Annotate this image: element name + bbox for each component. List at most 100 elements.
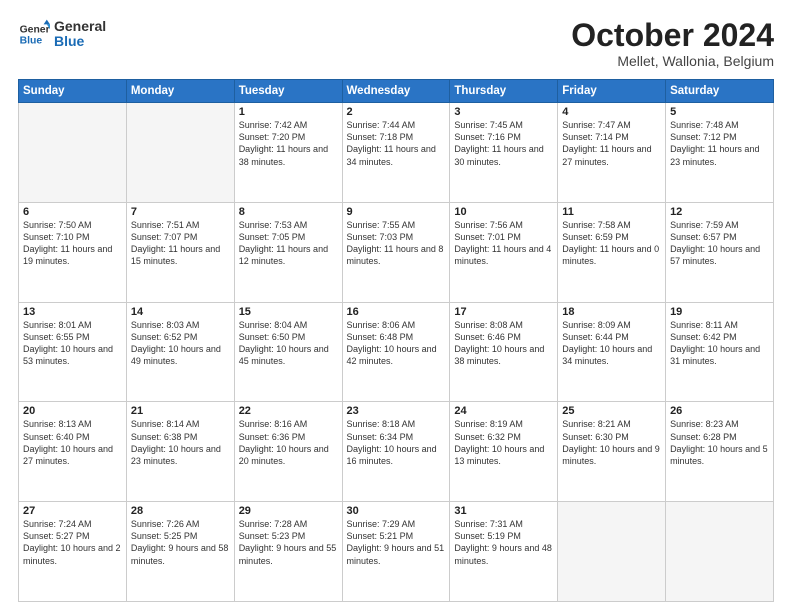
calendar-cell: 13Sunrise: 8:01 AMSunset: 6:55 PMDayligh… [19, 302, 127, 402]
day-info: Sunrise: 8:03 AMSunset: 6:52 PMDaylight:… [131, 319, 230, 368]
day-info: Sunrise: 7:55 AMSunset: 7:03 PMDaylight:… [347, 219, 446, 268]
calendar-cell: 11Sunrise: 7:58 AMSunset: 6:59 PMDayligh… [558, 202, 666, 302]
day-info: Sunrise: 7:53 AMSunset: 7:05 PMDaylight:… [239, 219, 338, 268]
calendar-cell: 2Sunrise: 7:44 AMSunset: 7:18 PMDaylight… [342, 103, 450, 203]
day-number: 13 [23, 306, 122, 318]
calendar-cell: 27Sunrise: 7:24 AMSunset: 5:27 PMDayligh… [19, 502, 127, 602]
day-info: Sunrise: 8:13 AMSunset: 6:40 PMDaylight:… [23, 418, 122, 467]
day-info: Sunrise: 8:06 AMSunset: 6:48 PMDaylight:… [347, 319, 446, 368]
day-number: 7 [131, 206, 230, 218]
title-block: October 2024 Mellet, Wallonia, Belgium [571, 18, 774, 69]
calendar-cell: 22Sunrise: 8:16 AMSunset: 6:36 PMDayligh… [234, 402, 342, 502]
day-number: 31 [454, 505, 553, 517]
calendar-cell: 15Sunrise: 8:04 AMSunset: 6:50 PMDayligh… [234, 302, 342, 402]
day-info: Sunrise: 7:28 AMSunset: 5:23 PMDaylight:… [239, 518, 338, 567]
day-info: Sunrise: 7:26 AMSunset: 5:25 PMDaylight:… [131, 518, 230, 567]
day-number: 8 [239, 206, 338, 218]
day-info: Sunrise: 7:44 AMSunset: 7:18 PMDaylight:… [347, 119, 446, 168]
day-info: Sunrise: 8:01 AMSunset: 6:55 PMDaylight:… [23, 319, 122, 368]
day-number: 27 [23, 505, 122, 517]
day-number: 10 [454, 206, 553, 218]
calendar-cell: 31Sunrise: 7:31 AMSunset: 5:19 PMDayligh… [450, 502, 558, 602]
calendar-cell: 30Sunrise: 7:29 AMSunset: 5:21 PMDayligh… [342, 502, 450, 602]
calendar-cell: 9Sunrise: 7:55 AMSunset: 7:03 PMDaylight… [342, 202, 450, 302]
calendar-cell [666, 502, 774, 602]
calendar-cell: 24Sunrise: 8:19 AMSunset: 6:32 PMDayligh… [450, 402, 558, 502]
logo-icon: General Blue [18, 18, 50, 50]
day-info: Sunrise: 8:21 AMSunset: 6:30 PMDaylight:… [562, 418, 661, 467]
calendar-cell [558, 502, 666, 602]
calendar-cell: 21Sunrise: 8:14 AMSunset: 6:38 PMDayligh… [126, 402, 234, 502]
col-header-tuesday: Tuesday [234, 80, 342, 103]
day-number: 2 [347, 106, 446, 118]
day-info: Sunrise: 7:29 AMSunset: 5:21 PMDaylight:… [347, 518, 446, 567]
col-header-sunday: Sunday [19, 80, 127, 103]
day-number: 12 [670, 206, 769, 218]
day-number: 6 [23, 206, 122, 218]
day-number: 23 [347, 405, 446, 417]
day-info: Sunrise: 7:48 AMSunset: 7:12 PMDaylight:… [670, 119, 769, 168]
day-number: 19 [670, 306, 769, 318]
calendar-cell: 7Sunrise: 7:51 AMSunset: 7:07 PMDaylight… [126, 202, 234, 302]
day-info: Sunrise: 7:45 AMSunset: 7:16 PMDaylight:… [454, 119, 553, 168]
logo-general: General [54, 19, 106, 34]
col-header-thursday: Thursday [450, 80, 558, 103]
col-header-friday: Friday [558, 80, 666, 103]
svg-text:Blue: Blue [20, 36, 43, 47]
calendar-cell: 12Sunrise: 7:59 AMSunset: 6:57 PMDayligh… [666, 202, 774, 302]
calendar-cell: 29Sunrise: 7:28 AMSunset: 5:23 PMDayligh… [234, 502, 342, 602]
calendar-cell: 3Sunrise: 7:45 AMSunset: 7:16 PMDaylight… [450, 103, 558, 203]
day-info: Sunrise: 8:19 AMSunset: 6:32 PMDaylight:… [454, 418, 553, 467]
day-info: Sunrise: 7:59 AMSunset: 6:57 PMDaylight:… [670, 219, 769, 268]
day-info: Sunrise: 8:16 AMSunset: 6:36 PMDaylight:… [239, 418, 338, 467]
week-row-5: 27Sunrise: 7:24 AMSunset: 5:27 PMDayligh… [19, 502, 774, 602]
calendar-cell: 25Sunrise: 8:21 AMSunset: 6:30 PMDayligh… [558, 402, 666, 502]
day-info: Sunrise: 8:23 AMSunset: 6:28 PMDaylight:… [670, 418, 769, 467]
day-number: 28 [131, 505, 230, 517]
calendar-cell: 23Sunrise: 8:18 AMSunset: 6:34 PMDayligh… [342, 402, 450, 502]
calendar-table: SundayMondayTuesdayWednesdayThursdayFrid… [18, 79, 774, 602]
calendar-header-row: SundayMondayTuesdayWednesdayThursdayFrid… [19, 80, 774, 103]
day-number: 21 [131, 405, 230, 417]
calendar-cell: 10Sunrise: 7:56 AMSunset: 7:01 PMDayligh… [450, 202, 558, 302]
day-number: 9 [347, 206, 446, 218]
day-info: Sunrise: 8:14 AMSunset: 6:38 PMDaylight:… [131, 418, 230, 467]
day-number: 3 [454, 106, 553, 118]
page-subtitle: Mellet, Wallonia, Belgium [571, 53, 774, 69]
logo: General Blue General Blue [18, 18, 106, 50]
day-number: 5 [670, 106, 769, 118]
logo-blue: Blue [54, 34, 106, 49]
calendar-cell: 5Sunrise: 7:48 AMSunset: 7:12 PMDaylight… [666, 103, 774, 203]
day-info: Sunrise: 8:18 AMSunset: 6:34 PMDaylight:… [347, 418, 446, 467]
day-info: Sunrise: 8:09 AMSunset: 6:44 PMDaylight:… [562, 319, 661, 368]
calendar-cell: 4Sunrise: 7:47 AMSunset: 7:14 PMDaylight… [558, 103, 666, 203]
page: General Blue General Blue October 2024 M… [0, 0, 792, 612]
day-number: 26 [670, 405, 769, 417]
calendar-cell: 6Sunrise: 7:50 AMSunset: 7:10 PMDaylight… [19, 202, 127, 302]
day-number: 24 [454, 405, 553, 417]
day-number: 1 [239, 106, 338, 118]
header: General Blue General Blue October 2024 M… [18, 18, 774, 69]
week-row-3: 13Sunrise: 8:01 AMSunset: 6:55 PMDayligh… [19, 302, 774, 402]
day-number: 22 [239, 405, 338, 417]
day-number: 4 [562, 106, 661, 118]
col-header-wednesday: Wednesday [342, 80, 450, 103]
calendar-cell: 18Sunrise: 8:09 AMSunset: 6:44 PMDayligh… [558, 302, 666, 402]
day-number: 25 [562, 405, 661, 417]
day-number: 20 [23, 405, 122, 417]
calendar-cell: 28Sunrise: 7:26 AMSunset: 5:25 PMDayligh… [126, 502, 234, 602]
calendar-cell [19, 103, 127, 203]
day-info: Sunrise: 7:31 AMSunset: 5:19 PMDaylight:… [454, 518, 553, 567]
col-header-monday: Monday [126, 80, 234, 103]
day-info: Sunrise: 7:50 AMSunset: 7:10 PMDaylight:… [23, 219, 122, 268]
day-info: Sunrise: 7:51 AMSunset: 7:07 PMDaylight:… [131, 219, 230, 268]
calendar-cell: 17Sunrise: 8:08 AMSunset: 6:46 PMDayligh… [450, 302, 558, 402]
calendar-cell: 8Sunrise: 7:53 AMSunset: 7:05 PMDaylight… [234, 202, 342, 302]
day-info: Sunrise: 7:56 AMSunset: 7:01 PMDaylight:… [454, 219, 553, 268]
day-info: Sunrise: 7:24 AMSunset: 5:27 PMDaylight:… [23, 518, 122, 567]
calendar-cell: 14Sunrise: 8:03 AMSunset: 6:52 PMDayligh… [126, 302, 234, 402]
day-info: Sunrise: 8:04 AMSunset: 6:50 PMDaylight:… [239, 319, 338, 368]
day-number: 15 [239, 306, 338, 318]
day-info: Sunrise: 7:42 AMSunset: 7:20 PMDaylight:… [239, 119, 338, 168]
calendar-cell [126, 103, 234, 203]
